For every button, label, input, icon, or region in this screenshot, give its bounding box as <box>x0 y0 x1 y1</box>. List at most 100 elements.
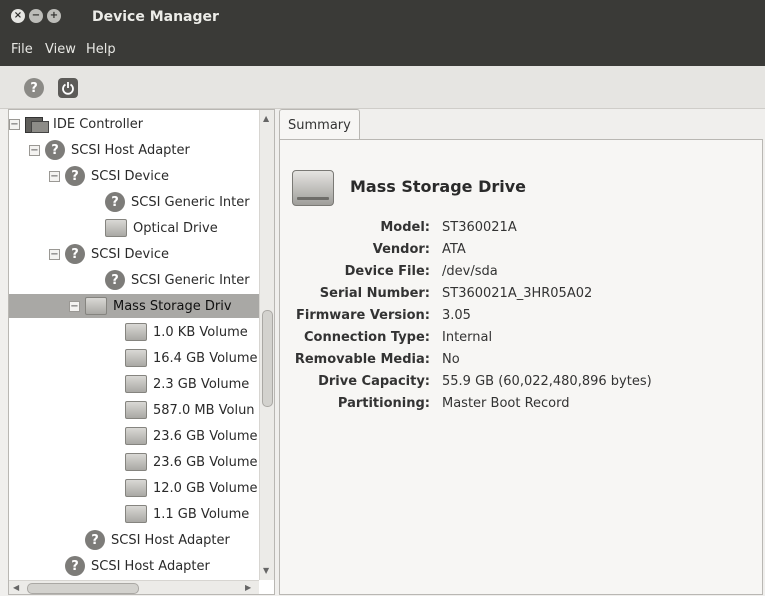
tree-vertical-scrollbar[interactable]: ▲ ▼ <box>259 110 274 580</box>
tree-row[interactable]: 1.1 GB Volume <box>9 502 274 526</box>
property-row: Firmware Version: 3.05 <box>280 308 750 328</box>
property-value: Master Boot Record <box>442 396 570 411</box>
menu-help[interactable]: Help <box>86 42 116 57</box>
tree-row-label: IDE Controller <box>53 116 144 132</box>
tree-row[interactable]: ? SCSI Host Adapter <box>9 528 274 552</box>
tree-row[interactable]: 16.4 GB Volume <box>9 346 274 370</box>
tree-row[interactable]: 587.0 MB Volun <box>9 398 274 422</box>
scroll-down-arrow-icon[interactable]: ▼ <box>263 566 269 575</box>
property-label: Partitioning: <box>337 396 430 411</box>
property-row: Removable Media: No <box>280 352 750 372</box>
tree-row-label: 587.0 MB Volun <box>153 402 255 418</box>
unknown-device-icon: ? <box>65 244 85 264</box>
summary-panel: Mass Storage Drive Model: ST360021A Vendor… <box>279 139 763 595</box>
volume-icon <box>125 375 147 393</box>
help-icon[interactable]: ? <box>24 78 44 98</box>
tree-row[interactable]: ? SCSI Generic Inter <box>9 268 274 292</box>
tree-row[interactable]: 23.6 GB Volume <box>9 424 274 448</box>
property-value: ST360021A <box>442 220 517 235</box>
property-value: /dev/sda <box>442 264 498 279</box>
title-bar: × − + Device Manager <box>0 0 765 36</box>
property-value: 55.9 GB (60,022,480,896 bytes) <box>442 374 652 389</box>
tree-row[interactable]: −? SCSI Device <box>9 242 274 266</box>
tree-row-label: SCSI Host Adapter <box>91 558 210 574</box>
tree-row[interactable]: −? SCSI Host Adapter <box>9 138 274 162</box>
tree-row-label: 23.6 GB Volume <box>153 428 258 444</box>
tab-summary[interactable]: Summary <box>279 109 360 140</box>
volume-icon <box>125 401 147 419</box>
ide-controller-icon <box>25 115 49 133</box>
menu-view[interactable]: View <box>45 42 76 57</box>
property-row: Device File: /dev/sda <box>280 264 750 284</box>
property-label: Drive Capacity: <box>318 374 430 389</box>
drive-icon <box>105 219 127 237</box>
tree-row-label: SCSI Host Adapter <box>111 532 230 548</box>
collapse-toggle-icon[interactable]: − <box>49 248 60 260</box>
scroll-up-arrow-icon[interactable]: ▲ <box>263 114 269 123</box>
scroll-left-arrow-icon[interactable]: ◀ <box>13 583 19 592</box>
tree-row[interactable]: − Mass Storage Driv <box>9 294 274 318</box>
mass-storage-drive-icon <box>292 170 334 206</box>
tree-row[interactable]: ? SCSI Generic Inter <box>9 190 274 214</box>
property-value: 3.05 <box>442 308 471 323</box>
property-label: Connection Type: <box>303 330 430 345</box>
tree-horizontal-scroll-thumb[interactable] <box>27 583 139 594</box>
tree-row-label: 1.0 KB Volume <box>153 324 248 340</box>
tree-row[interactable]: Optical Drive <box>9 216 274 240</box>
tree-row-label: 1.1 GB Volume <box>153 506 250 522</box>
property-value: ST360021A_3HR05A02 <box>442 286 593 301</box>
menu-bar: File View Help <box>0 36 765 66</box>
tree-vertical-scroll-thumb[interactable] <box>262 310 273 407</box>
tree-row-label: SCSI Generic Inter <box>131 194 250 210</box>
device-tree[interactable]: − IDE Controller −? SCSI Host Adapter −? SCSI… <box>8 109 275 595</box>
tree-row[interactable]: −? SCSI Device <box>9 164 274 188</box>
tab-strip: Summary <box>279 109 761 140</box>
unknown-device-icon: ? <box>105 270 125 290</box>
tree-row-label: 16.4 GB Volume <box>153 350 258 366</box>
device-heading: Mass Storage Drive <box>350 177 526 196</box>
property-label: Device File: <box>344 264 430 279</box>
tree-row[interactable]: ? SCSI Host Adapter <box>9 554 274 578</box>
tree-row[interactable]: − IDE Controller <box>9 112 257 136</box>
unknown-device-icon: ? <box>85 530 105 550</box>
tree-row-label: SCSI Generic Inter <box>131 272 250 288</box>
tree-row-label: SCSI Host Adapter <box>71 142 190 158</box>
property-label: Serial Number: <box>319 286 430 301</box>
property-label: Firmware Version: <box>296 308 430 323</box>
volume-icon <box>125 427 147 445</box>
volume-icon <box>125 349 147 367</box>
property-row: Drive Capacity: 55.9 GB (60,022,480,896 b… <box>280 374 750 394</box>
toolbar: ? <box>0 66 765 109</box>
minimize-window-button[interactable]: − <box>29 9 43 23</box>
tree-row[interactable]: 2.3 GB Volume <box>9 372 274 396</box>
power-icon[interactable] <box>58 78 78 98</box>
property-row: Vendor: ATA <box>280 242 750 262</box>
property-value: No <box>442 352 460 367</box>
unknown-device-icon: ? <box>65 166 85 186</box>
maximize-window-button[interactable]: + <box>47 9 61 23</box>
tree-row[interactable]: 23.6 GB Volume <box>9 450 274 474</box>
collapse-toggle-icon[interactable]: − <box>29 144 40 156</box>
tree-row[interactable]: 1.0 KB Volume <box>9 320 274 344</box>
menu-file[interactable]: File <box>11 42 33 57</box>
volume-icon <box>125 479 147 497</box>
property-row: Partitioning: Master Boot Record <box>280 396 750 416</box>
unknown-device-icon: ? <box>65 556 85 576</box>
collapse-toggle-icon[interactable]: − <box>49 170 60 182</box>
property-value: ATA <box>442 242 466 257</box>
unknown-device-icon: ? <box>105 192 125 212</box>
collapse-toggle-icon[interactable]: − <box>69 300 80 312</box>
property-label: Vendor: <box>372 242 430 257</box>
tree-row-label: 23.6 GB Volume <box>153 454 258 470</box>
tree-row-label: 2.3 GB Volume <box>153 376 250 392</box>
collapse-toggle-icon[interactable]: − <box>9 118 20 130</box>
tree-row[interactable]: 12.0 GB Volume <box>9 476 274 500</box>
property-label: Model: <box>380 220 430 235</box>
tree-row-label: SCSI Device <box>91 246 170 262</box>
close-window-button[interactable]: × <box>11 9 25 23</box>
tree-row-label: 12.0 GB Volume <box>153 480 258 496</box>
tree-horizontal-scrollbar[interactable]: ◀ ▶ <box>9 580 259 594</box>
scroll-right-arrow-icon[interactable]: ▶ <box>245 583 251 592</box>
volume-icon <box>125 323 147 341</box>
window-title: Device Manager <box>92 9 219 25</box>
